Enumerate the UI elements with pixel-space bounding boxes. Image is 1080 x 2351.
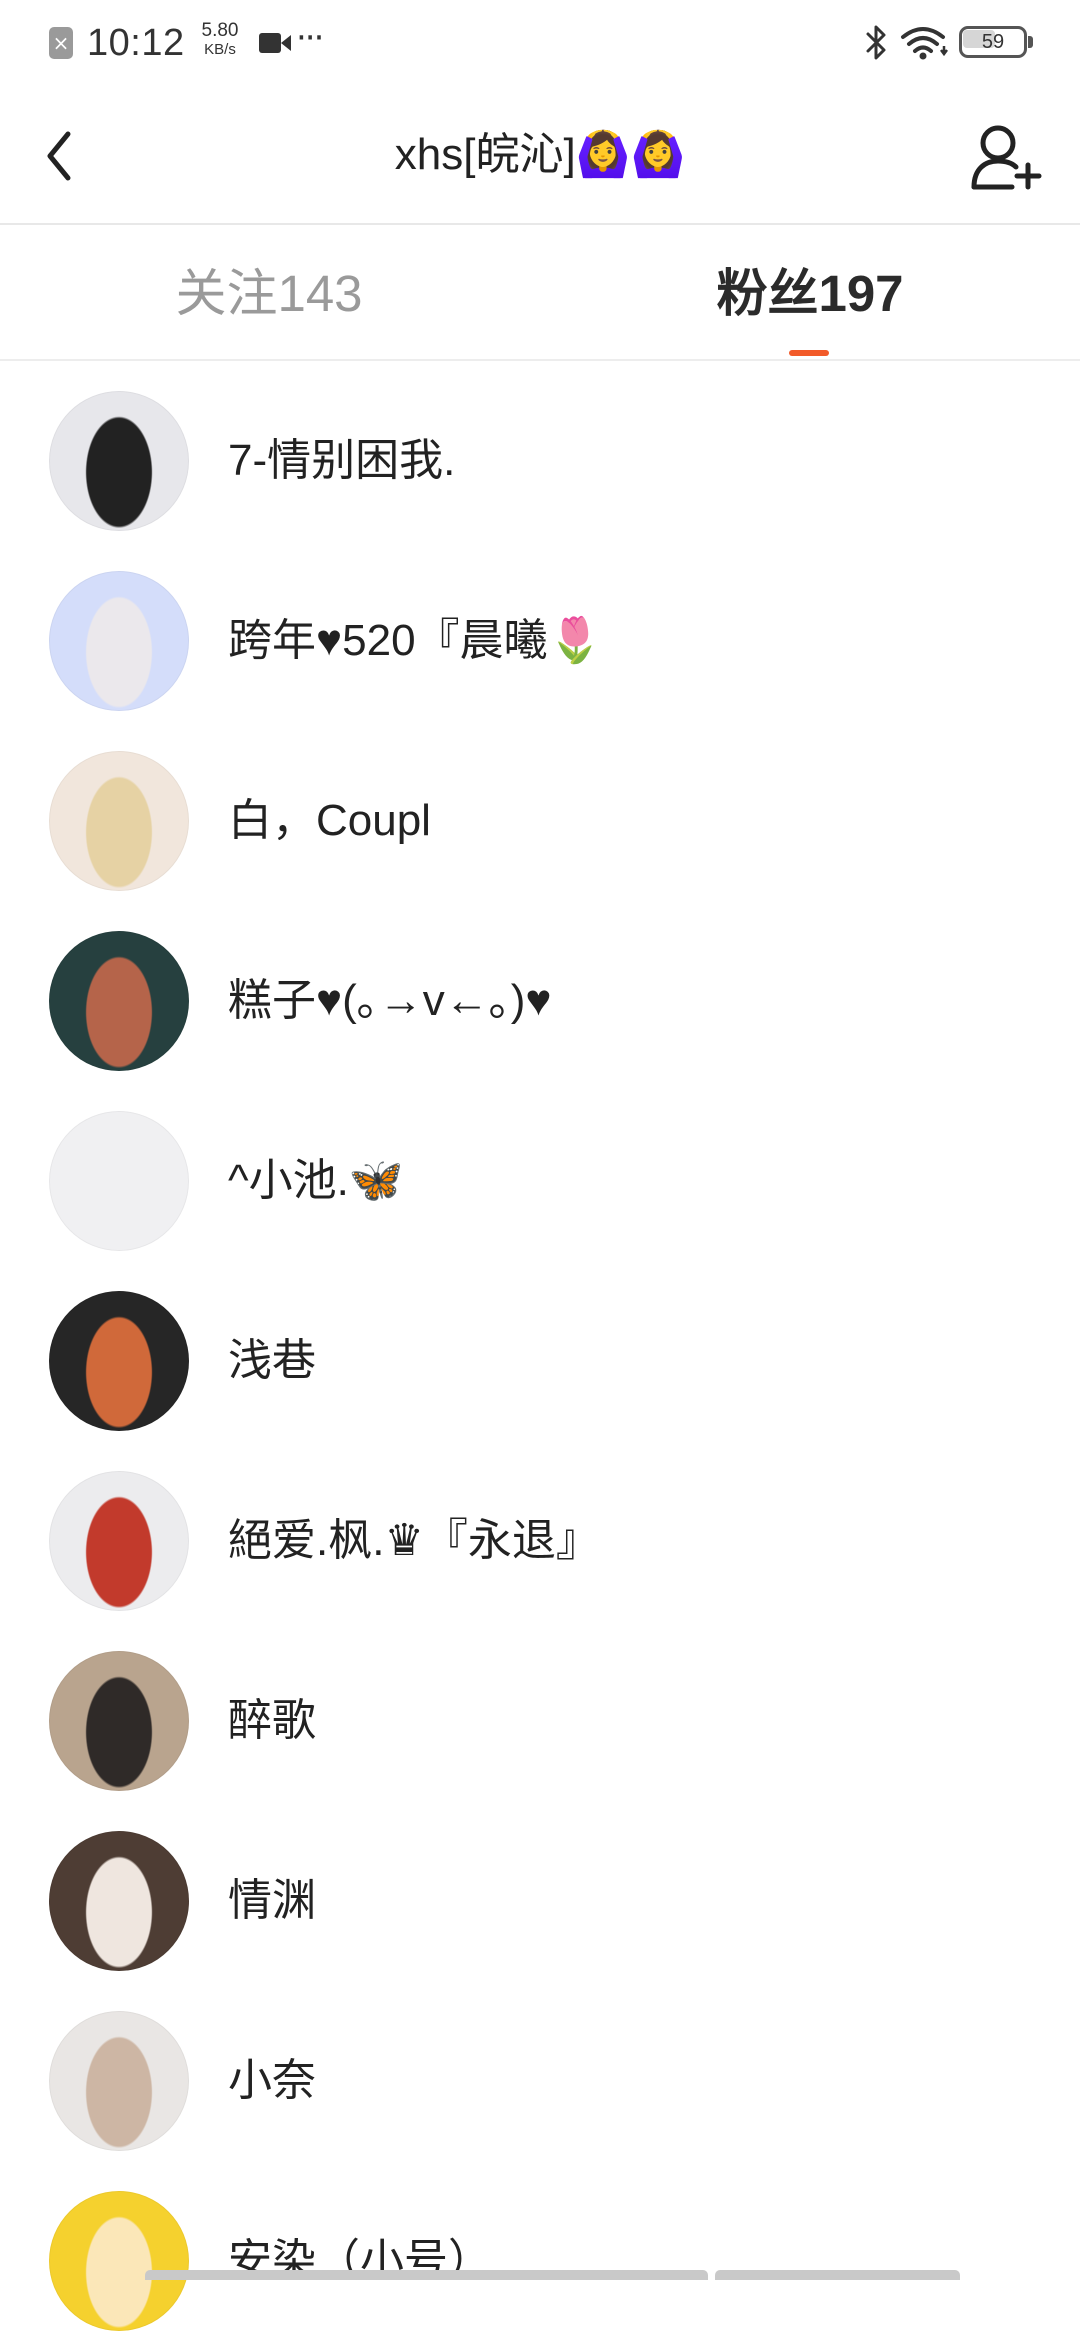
follower-name: 小奈: [228, 2056, 316, 2105]
scroll-indicator-right: [715, 2270, 960, 2280]
add-user-icon: [971, 125, 1042, 190]
avatar[interactable]: [49, 571, 189, 711]
avatar[interactable]: [49, 1291, 189, 1431]
follower-row[interactable]: ^小池.🦋: [0, 1091, 1080, 1271]
battery-icon: 59: [959, 26, 1033, 58]
follower-name: 7-情别困我.: [228, 436, 456, 485]
follower-name: ^小池.🦋: [228, 1156, 404, 1205]
active-tab-indicator: [789, 350, 829, 356]
tab-following[interactable]: 关注143: [69, 259, 469, 329]
avatar[interactable]: [49, 2011, 189, 2151]
follow-tabs: 关注143 粉丝197: [0, 225, 1080, 361]
network-speed-unit: KB/s: [204, 41, 236, 58]
status-more: ···: [296, 18, 324, 58]
avatar[interactable]: [49, 1111, 189, 1251]
follower-name: 絕爱.枫.♛『永退』: [228, 1516, 600, 1565]
follower-name: 浅巷: [228, 1336, 316, 1385]
notification-icon: ×: [49, 27, 73, 59]
status-time: 10:12: [87, 22, 185, 64]
status-bar: × 10:12 5.80 KB/s ··· 59: [0, 0, 1080, 87]
follower-list: 7-情别困我. 跨年♥520『晨曦🌷 白，Coupl 糕子♥(｡→v←｡)♥ ^…: [0, 371, 1080, 2351]
follower-row[interactable]: 浅巷: [0, 1271, 1080, 1451]
video-camera-icon: [258, 31, 292, 60]
follower-name: 安染（小号）: [228, 2236, 492, 2285]
follower-row[interactable]: 小奈: [0, 1991, 1080, 2171]
follower-name: 糕子♥(｡→v←｡)♥: [228, 976, 552, 1025]
avatar[interactable]: [49, 751, 189, 891]
avatar[interactable]: [49, 1831, 189, 1971]
avatar[interactable]: [49, 2191, 189, 2331]
avatar[interactable]: [49, 1471, 189, 1611]
chevron-left-icon: [47, 131, 71, 181]
avatar[interactable]: [49, 391, 189, 531]
scroll-indicator-left: [145, 2270, 708, 2280]
network-speed: 5.80 KB/s: [197, 20, 243, 58]
battery-percent: 59: [981, 31, 1005, 53]
follower-row[interactable]: 絕爱.枫.♛『永退』: [0, 1451, 1080, 1631]
add-user-button[interactable]: [966, 123, 1046, 193]
follower-name: 白，Coupl: [228, 796, 431, 845]
wifi-icon: [900, 26, 950, 65]
avatar[interactable]: [49, 931, 189, 1071]
follower-row[interactable]: 糕子♥(｡→v←｡)♥: [0, 911, 1080, 1091]
follower-name: 情渊: [228, 1876, 316, 1925]
follower-row[interactable]: 醉歌: [0, 1631, 1080, 1811]
bluetooth-icon: [864, 24, 890, 67]
follower-row[interactable]: 白，Coupl: [0, 731, 1080, 911]
battery-cap: [1028, 36, 1033, 48]
follower-row[interactable]: 7-情别困我.: [0, 371, 1080, 551]
back-button[interactable]: [40, 125, 100, 185]
follower-name: 跨年♥520『晨曦🌷: [228, 616, 603, 665]
follower-row[interactable]: 情渊: [0, 1811, 1080, 1991]
top-nav-bar: xhs[皖沁]🙆‍♀️🙆‍♀️: [0, 87, 1080, 225]
network-speed-value: 5.80: [201, 20, 239, 41]
page-title: xhs[皖沁]🙆‍♀️🙆‍♀️: [394, 130, 686, 179]
follower-name: 醉歌: [228, 1696, 316, 1745]
follower-row[interactable]: 安染（小号）: [0, 2171, 1080, 2351]
avatar[interactable]: [49, 1651, 189, 1791]
follower-row[interactable]: 跨年♥520『晨曦🌷: [0, 551, 1080, 731]
tab-followers[interactable]: 粉丝197: [610, 259, 1010, 329]
